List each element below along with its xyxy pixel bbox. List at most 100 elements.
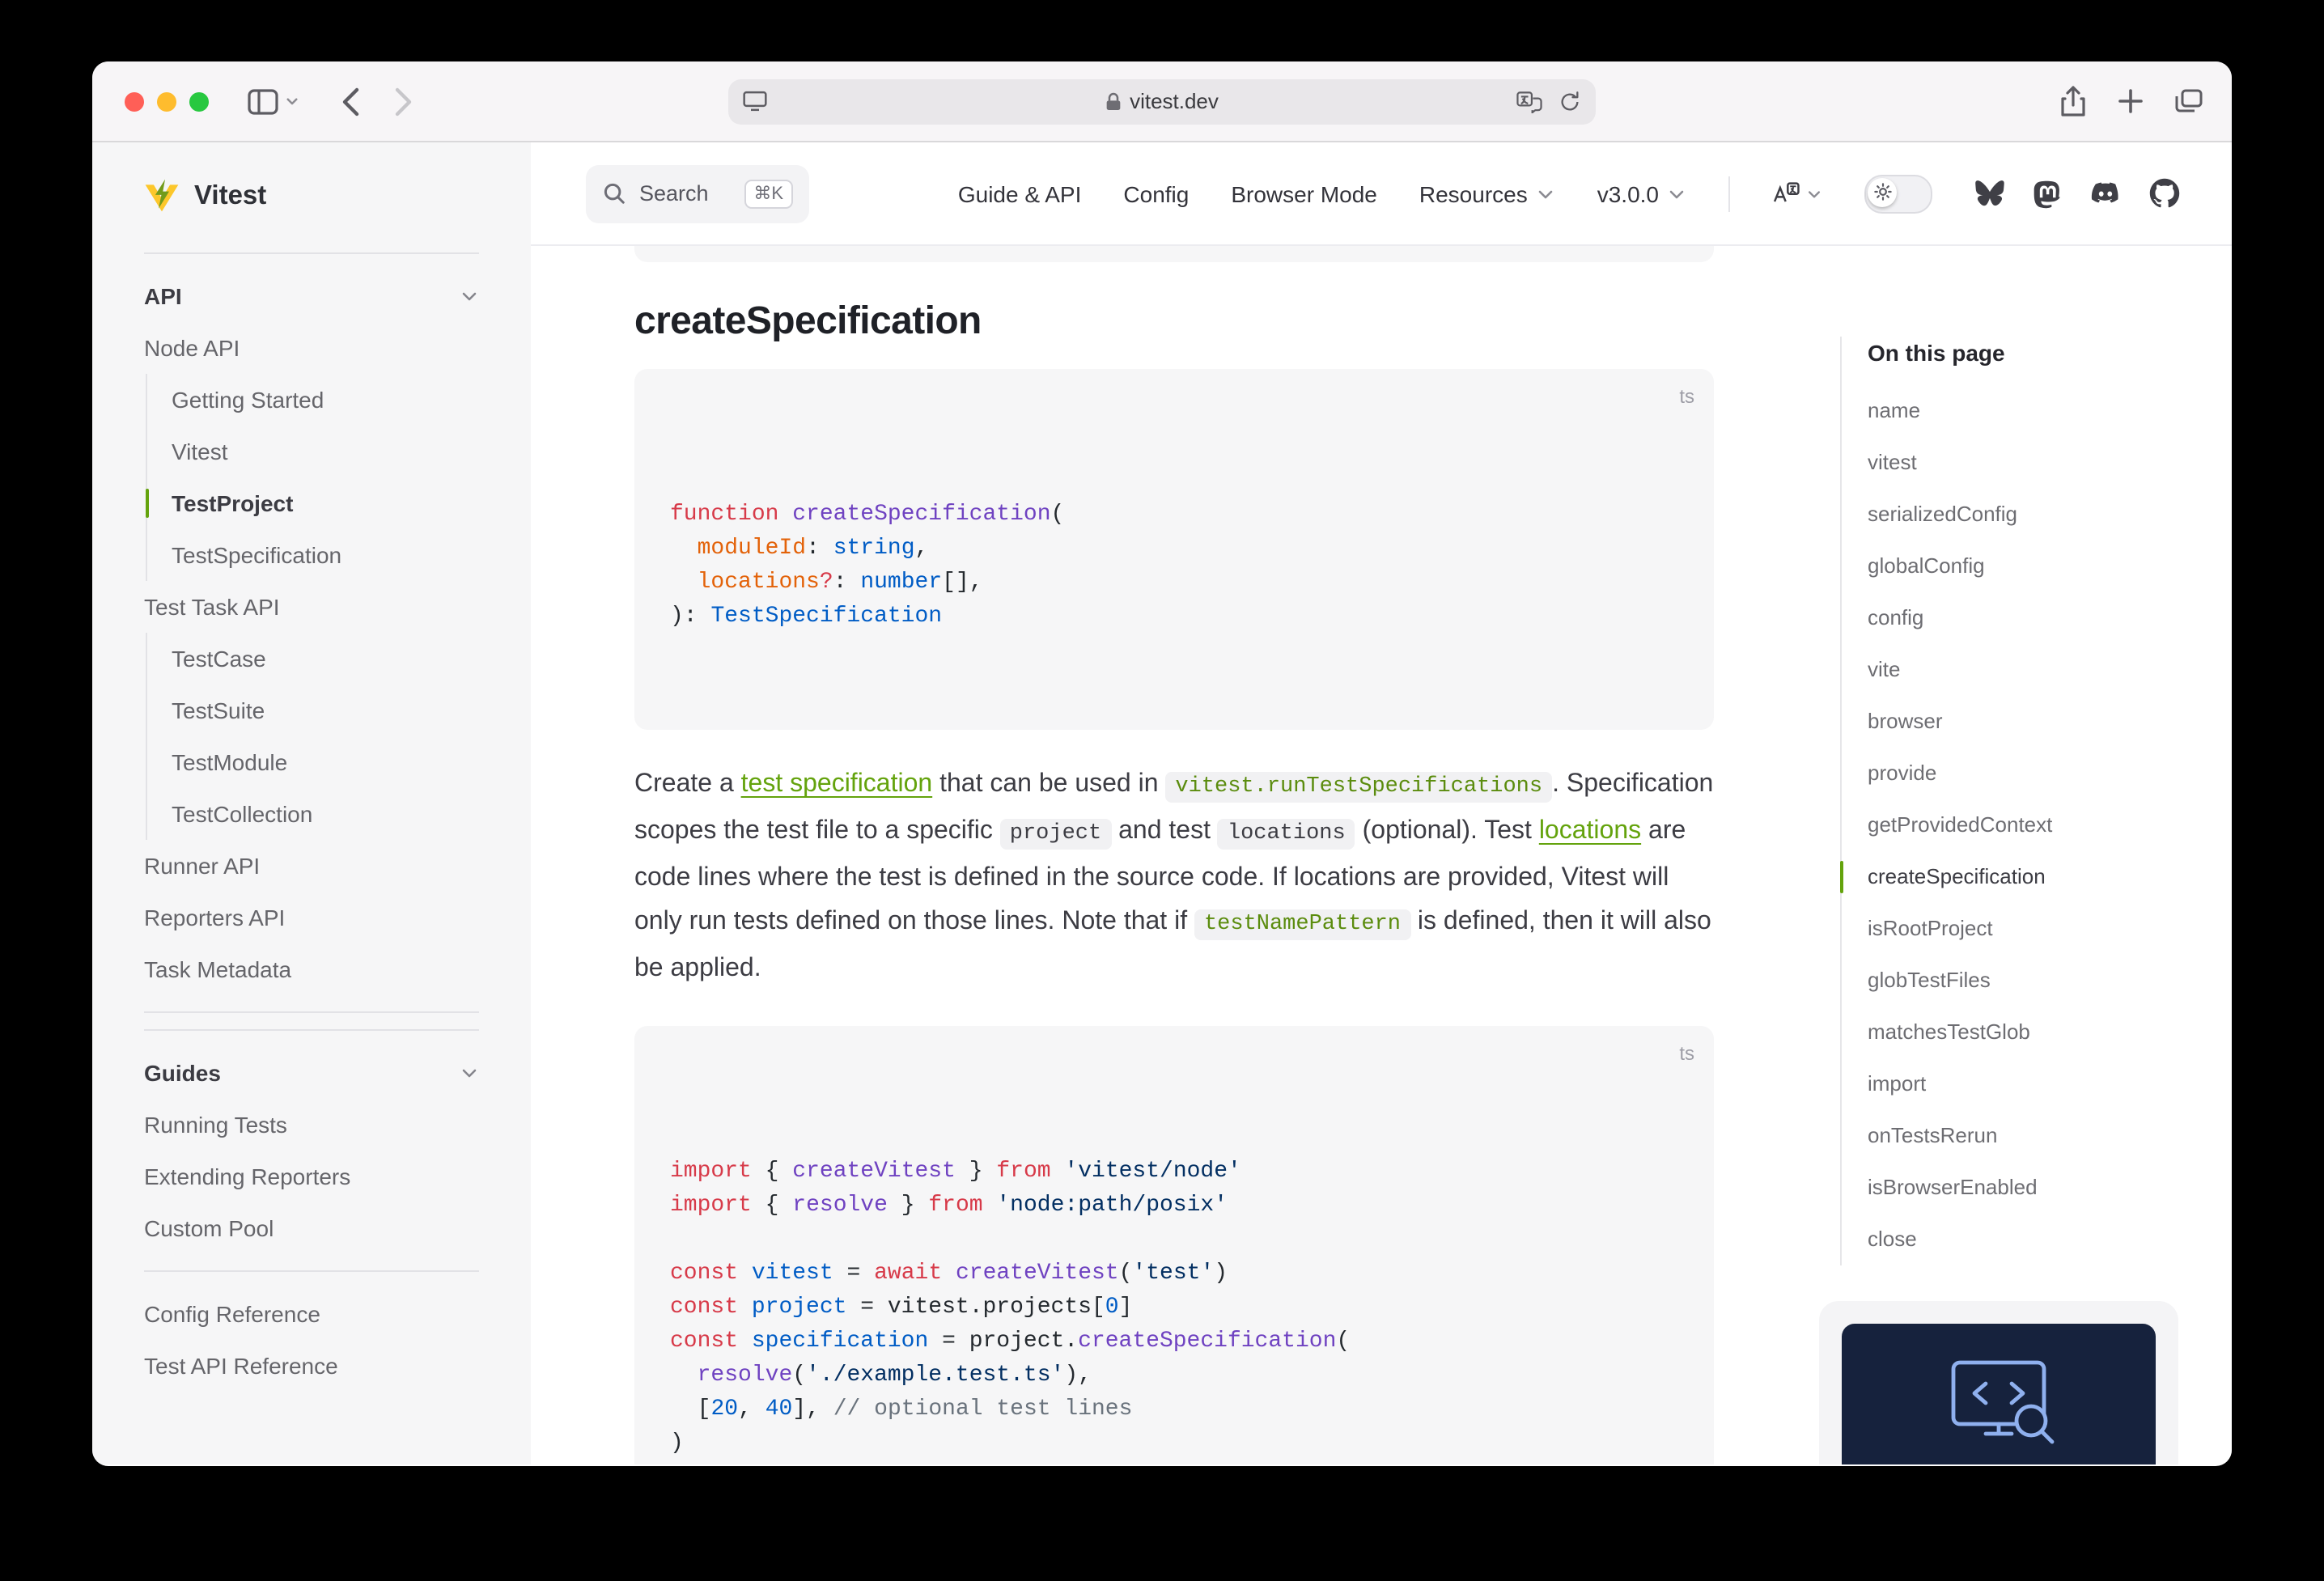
sidebar-item-running-tests[interactable]: Running Tests — [144, 1099, 479, 1151]
inline-code-link[interactable]: testNamePattern — [1194, 909, 1410, 940]
sidebar-item-reporters-api[interactable]: Reporters API — [144, 892, 479, 943]
minimize-window-button[interactable] — [157, 91, 176, 111]
code-line: import { createVitest } from 'vitest/nod… — [670, 1155, 1678, 1189]
forward-button-icon[interactable] — [395, 87, 413, 116]
sidebar-item-runner-api[interactable]: Runner API — [144, 840, 479, 892]
sidebar-item-testspecification[interactable]: TestSpecification — [146, 529, 479, 581]
nav-item-guide-api[interactable]: Guide & API — [958, 180, 1082, 206]
doc-text: Create a — [634, 770, 741, 798]
sidebar-item-node-api[interactable]: Node API — [144, 322, 479, 374]
code-line: await vitest.runTestSpecifications([spec… — [670, 1461, 1678, 1464]
inline-code-link[interactable]: vitest.runTestSpecifications — [1165, 772, 1552, 803]
doc-link[interactable]: locations — [1539, 817, 1641, 845]
chevron-down-icon — [1667, 184, 1686, 203]
social-links — [1974, 178, 2180, 209]
inline-code: project — [1000, 819, 1111, 850]
sponsor-card[interactable] — [1819, 1301, 2178, 1464]
outline-item-getprovidedcontext[interactable]: getProvidedContext — [1868, 799, 2161, 851]
code-screen-magnifier-icon — [1842, 1324, 2156, 1464]
doc-text: and test — [1111, 817, 1218, 845]
nav-item-resources[interactable]: Resources — [1419, 180, 1555, 206]
desktop-background: vitest.dev — [0, 0, 2324, 1581]
outline-item-globtestfiles[interactable]: globTestFiles — [1868, 955, 2161, 1007]
navbar-divider — [1728, 176, 1730, 211]
nav-item-label: Config — [1123, 180, 1189, 206]
search-button[interactable]: Search ⌘K — [586, 164, 809, 223]
doc-link[interactable]: test specification — [741, 770, 933, 798]
close-window-button[interactable] — [125, 91, 144, 111]
nav-item-label: v3.0.0 — [1597, 180, 1659, 206]
nav-item-config[interactable]: Config — [1123, 180, 1189, 206]
code-line: [20, 40], // optional test lines — [670, 1393, 1678, 1427]
lock-icon — [1105, 91, 1122, 111]
outline-item-config[interactable]: config — [1868, 592, 2161, 644]
outline-item-browser[interactable]: browser — [1868, 696, 2161, 748]
outline-item-ontestsrerun[interactable]: onTestsRerun — [1868, 1110, 2161, 1162]
nav-item-browser-mode[interactable]: Browser Mode — [1231, 180, 1377, 206]
outline-item-isrootproject[interactable]: isRootProject — [1868, 903, 2161, 955]
bluesky-icon[interactable] — [1974, 180, 2005, 207]
outline-item-serializedconfig[interactable]: serializedConfig — [1868, 489, 2161, 540]
share-icon[interactable] — [2060, 86, 2086, 117]
sidebar-divider — [144, 1011, 479, 1013]
outline-item-close[interactable]: close — [1868, 1214, 2161, 1265]
sidebar-item-testsuite[interactable]: TestSuite — [146, 685, 479, 736]
outline-item-provide[interactable]: provide — [1868, 748, 2161, 799]
back-button-icon[interactable] — [341, 87, 359, 116]
theme-toggle[interactable] — [1864, 174, 1932, 213]
outline-item-globalconfig[interactable]: globalConfig — [1868, 540, 2161, 592]
outline-items: namevitestserializedConfigglobalConfigco… — [1868, 385, 2161, 1265]
sidebar-toggle-icon[interactable] — [248, 88, 278, 114]
sidebar-group-api[interactable]: API — [144, 270, 479, 322]
code-line: const project = vitest.projects[0] — [670, 1291, 1678, 1325]
site-logo[interactable]: Vitest — [144, 175, 479, 217]
browser-toolbar: vitest.dev — [92, 61, 2232, 142]
sidebar-item-test-task-api[interactable]: Test Task API — [144, 581, 479, 633]
nav-menu: Guide & API Config Browser Mode Resources v3… — [958, 180, 1686, 206]
new-tab-icon[interactable] — [2118, 89, 2143, 113]
outline-item-createspecification[interactable]: createSpecification — [1868, 851, 2161, 903]
github-icon[interactable] — [2149, 178, 2180, 209]
sidebar-divider — [144, 1270, 479, 1272]
sidebar-item-vitest[interactable]: Vitest — [146, 426, 479, 477]
tab-overview-icon[interactable] — [2175, 89, 2203, 113]
sidebar-item-testproject[interactable]: TestProject — [146, 477, 479, 529]
address-bar[interactable]: vitest.dev — [728, 78, 1596, 124]
translate-page-icon[interactable] — [1516, 90, 1542, 112]
sidebar-item-config-reference[interactable]: Config Reference — [144, 1288, 479, 1340]
nav-item-v3-0-0[interactable]: v3.0.0 — [1597, 180, 1686, 206]
outline-item-vitest[interactable]: vitest — [1868, 437, 2161, 489]
sidebar-item-testcase[interactable]: TestCase — [146, 633, 479, 685]
outline-item-matchestestglob[interactable]: matchesTestGlob — [1868, 1007, 2161, 1058]
mastodon-icon[interactable] — [2033, 178, 2062, 209]
sidebar-group-guides[interactable]: Guides — [144, 1047, 479, 1099]
inline-code: locations — [1218, 819, 1355, 850]
outline-item-name[interactable]: name — [1868, 385, 2161, 437]
sidebar-item-task-metadata[interactable]: Task Metadata — [144, 943, 479, 995]
chevron-down-icon — [1806, 185, 1822, 201]
language-menu-button[interactable] — [1772, 181, 1822, 206]
sidebar-item-custom-pool[interactable]: Custom Pool — [144, 1202, 479, 1254]
sidebar-item-test-api-reference[interactable]: Test API Reference — [144, 1340, 479, 1392]
reload-icon[interactable] — [1559, 90, 1581, 112]
sidebar-item-testmodule[interactable]: TestModule — [146, 736, 479, 788]
sidebar-dropdown-chevron-icon[interactable] — [285, 94, 299, 108]
outline-item-vite[interactable]: vite — [1868, 644, 2161, 696]
code-block-signature: ts function createSpecification( moduleI… — [634, 369, 1714, 730]
chevron-down-icon — [460, 1063, 479, 1083]
outline-item-isbrowserenabled[interactable]: isBrowserEnabled — [1868, 1162, 2161, 1214]
previous-block-tail — [634, 246, 1714, 262]
zoom-window-button[interactable] — [189, 91, 209, 111]
code-line: import { resolve } from 'node:path/posix… — [670, 1189, 1678, 1223]
sidebar-item-extending-reporters[interactable]: Extending Reporters — [144, 1151, 479, 1202]
outline-item-import[interactable]: import — [1868, 1058, 2161, 1110]
sidebar-item-getting-started[interactable]: Getting Started — [146, 374, 479, 426]
top-navbar: Search ⌘K Guide & API Config Browser Mode R… — [531, 142, 2232, 246]
page-settings-icon[interactable] — [743, 91, 767, 112]
search-shortcut-badge: ⌘K — [744, 179, 793, 208]
docs-sidebar: Vitest APINode APIGetting StartedVitestT… — [92, 142, 531, 1464]
sidebar-item-testcollection[interactable]: TestCollection — [146, 788, 479, 840]
discord-icon[interactable] — [2089, 180, 2122, 206]
code-line: moduleId: string, — [670, 532, 1678, 566]
code-block-example: ts import { createVitest } from 'vitest/… — [634, 1026, 1714, 1464]
